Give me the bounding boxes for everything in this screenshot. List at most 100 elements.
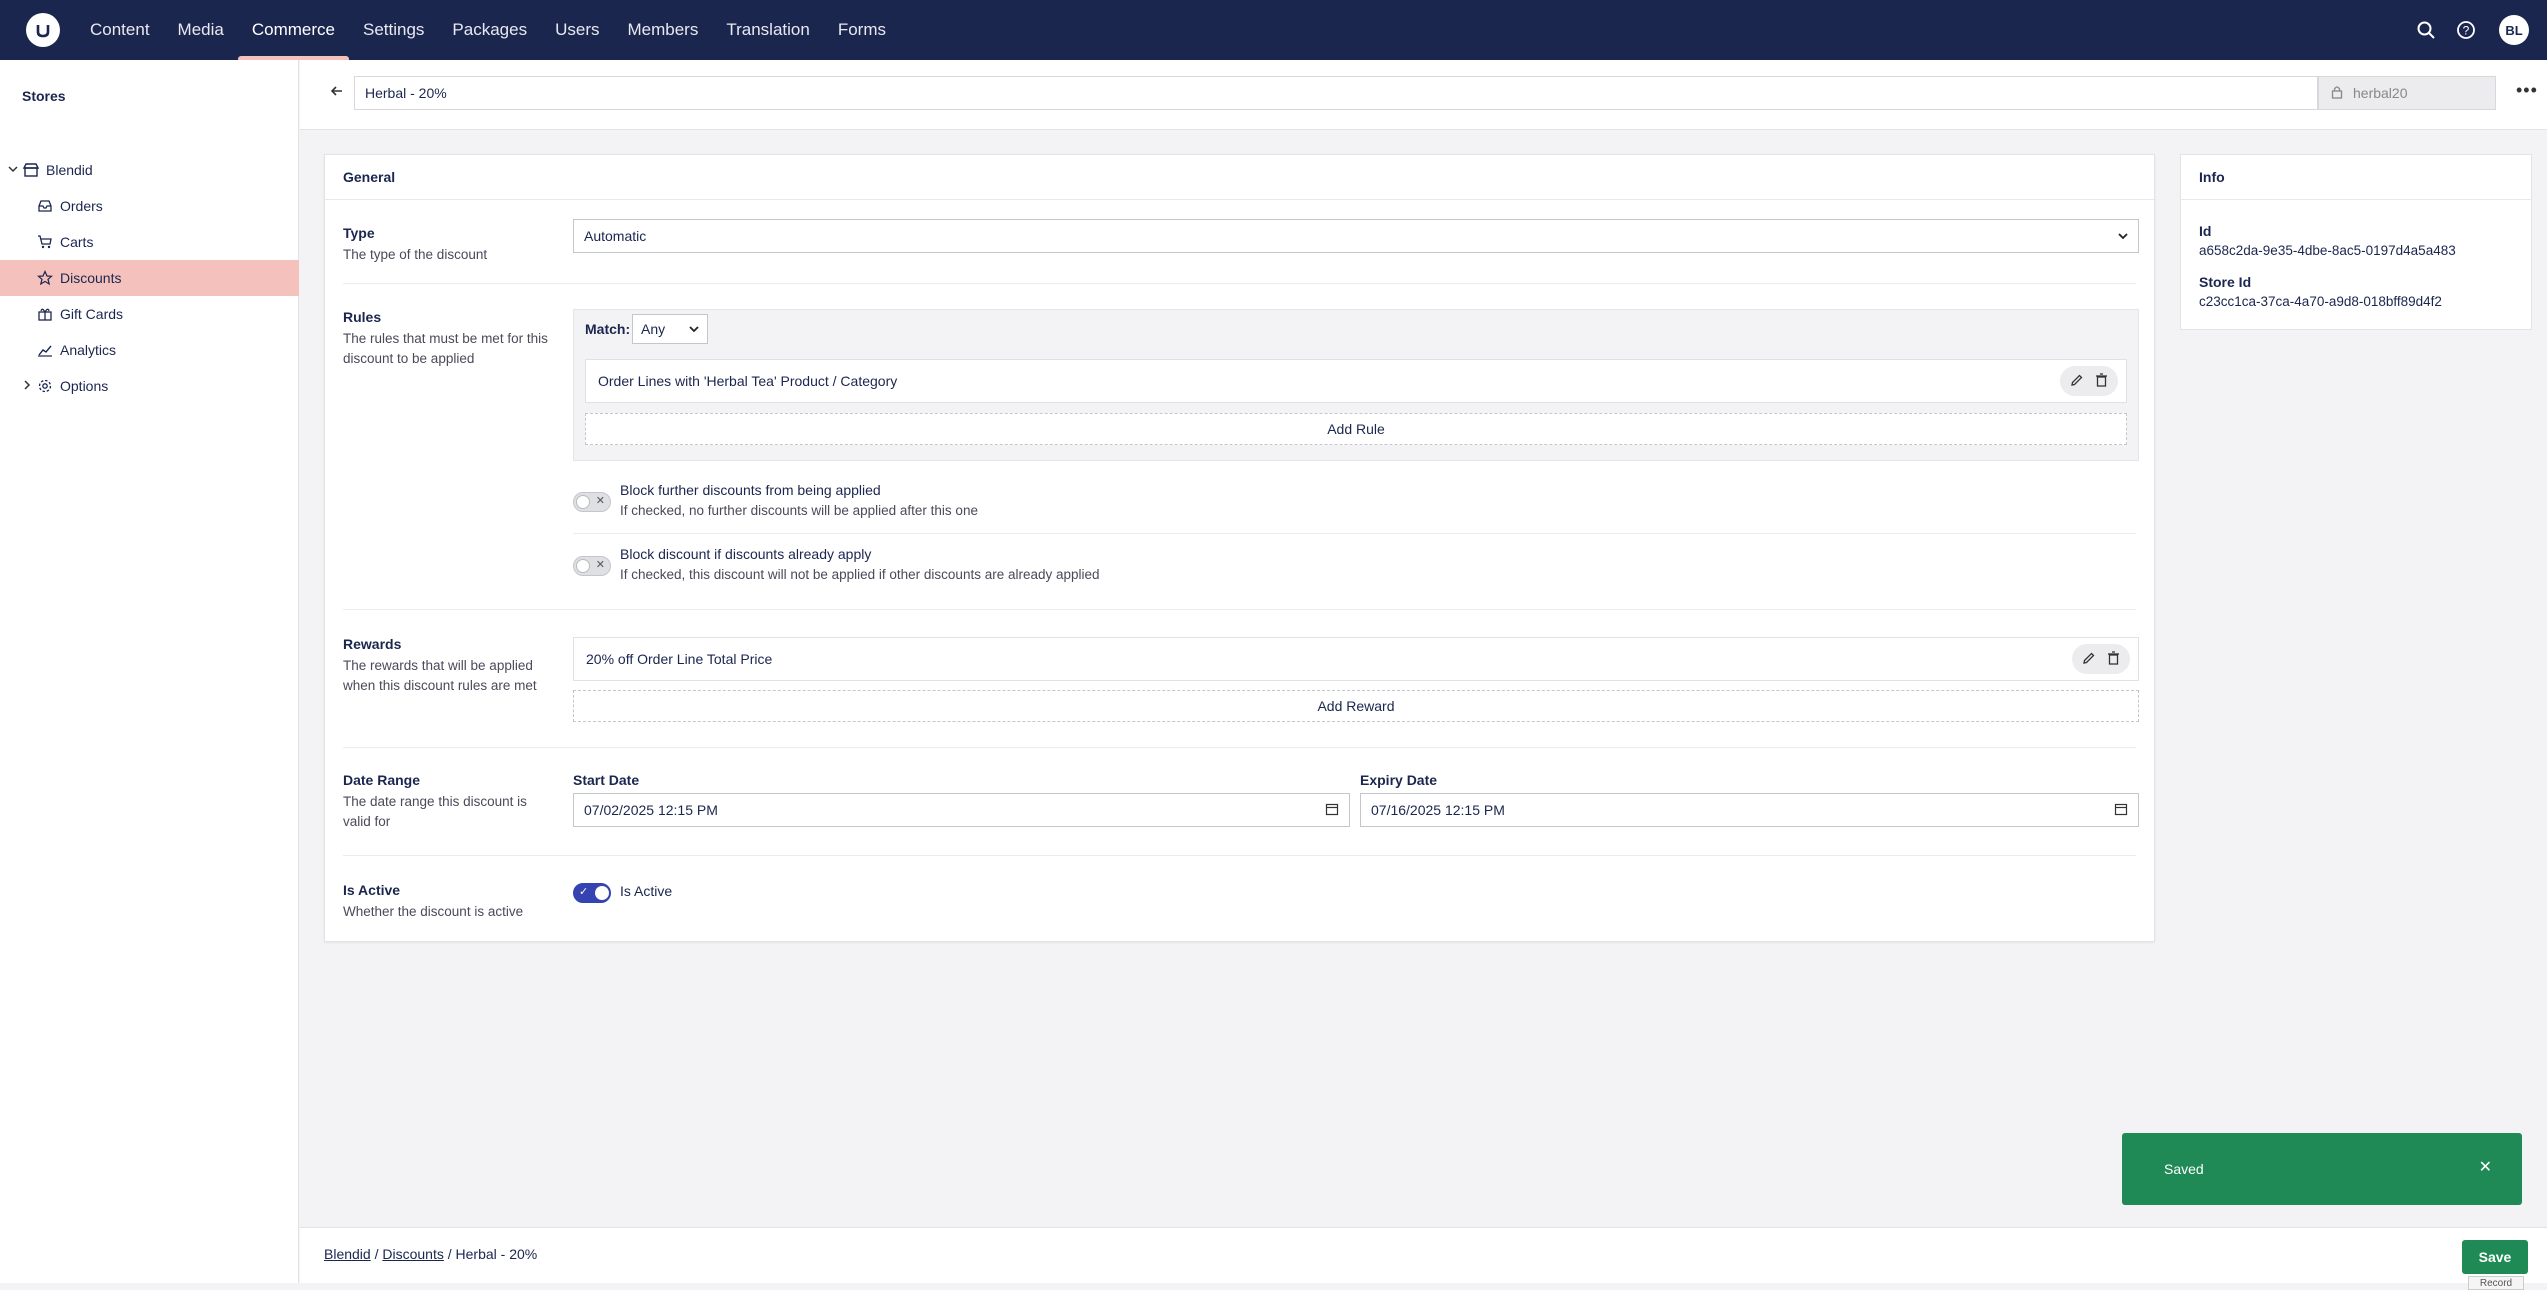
close-icon[interactable]: ✕ [2479,1157,2492,1177]
lock-icon[interactable] [2331,85,2343,102]
sidebar-item-label: Gift Cards [60,306,124,322]
gift-icon [36,305,54,323]
rule-item[interactable]: Order Lines with 'Herbal Tea' Product / … [585,359,2127,403]
add-rule-button[interactable]: Add Rule [585,413,2127,445]
is-active-label-group: Is Active Whether the discount is active [343,882,553,922]
user-avatar[interactable]: BL [2499,15,2529,45]
sidebar-item-label: Discounts [60,270,122,286]
nav-members[interactable]: Members [614,0,713,60]
close-icon: ✕ [595,495,605,507]
divider [343,855,2136,856]
toast-message: Saved [2164,1161,2204,1177]
sidebar-item-label: Orders [60,198,103,214]
rewards-description: The rewards that will be applied when th… [343,658,537,693]
back-arrow-icon[interactable] [330,84,344,103]
id-value: a658c2da-9e35-4dbe-8ac5-0197d4a5a483 [2199,243,2456,258]
nav-forms[interactable]: Forms [824,0,900,60]
rule-actions [2060,366,2118,396]
search-icon[interactable] [2413,17,2439,43]
check-icon: ✓ [579,886,589,898]
edit-icon[interactable] [2082,651,2096,668]
rewards-label: Rewards [343,636,402,652]
date-range-label: Date Range [343,772,421,788]
start-date-label: Start Date [573,772,640,788]
nav-commerce[interactable]: Commerce [237,0,350,60]
type-select[interactable]: Automatic [573,219,2139,253]
chevron-down-icon [2118,228,2128,244]
info-title: Info [2181,155,2531,200]
sidebar-item-carts[interactable]: Carts [0,224,299,260]
info-panel: Info Id a658c2da-9e35-4dbe-8ac5-0197d4a5… [2180,154,2532,330]
saved-toast: Saved ✕ [2122,1133,2522,1205]
chevron-right-icon[interactable] [22,379,36,393]
svg-text:?: ? [2463,24,2470,38]
trash-icon[interactable] [2095,372,2108,390]
tree-item-store[interactable]: Blendid [0,152,299,188]
discount-name-input[interactable]: Herbal - 20% [354,76,2318,110]
reward-item[interactable]: 20% off Order Line Total Price [573,637,2139,681]
calendar-icon[interactable] [1325,802,1339,819]
block-if-toggle[interactable]: ✕ [573,556,611,576]
sidebar-item-orders[interactable]: Orders [0,188,299,224]
add-reward-button[interactable]: Add Reward [573,690,2139,722]
close-icon: ✕ [595,559,605,571]
rule-item-label: Order Lines with 'Herbal Tea' Product / … [598,373,898,389]
section-tabs: Content Media Commerce Settings Packages… [76,0,900,60]
store-id-value: c23cc1ca-37ca-4a70-a9d8-018bff89d4f2 [2199,294,2442,309]
toggle-knob [595,886,609,900]
tree-item-label: Blendid [46,162,93,178]
start-date-input[interactable]: 07/02/2025 12:15 PM [573,793,1350,827]
nav-users[interactable]: Users [541,0,613,60]
divider [573,533,2136,534]
breadcrumb-store-link[interactable]: Blendid [324,1246,371,1262]
date-range-description: The date range this discount is valid fo… [343,794,527,829]
is-active-toggle[interactable]: ✓ [573,883,611,903]
divider [343,747,2136,748]
type-label-group: Type The type of the discount [343,225,553,265]
star-icon [36,269,54,287]
umbraco-logo-icon[interactable] [26,13,60,47]
reward-item-label: 20% off Order Line Total Price [586,651,773,667]
breadcrumb-discounts-link[interactable]: Discounts [382,1246,443,1262]
store-tree: Blendid Orders Carts Discounts Gift Card… [0,140,299,404]
block-if-title: Block discount if discounts already appl… [620,546,872,562]
store-icon [22,161,40,179]
toggle-knob [576,495,590,509]
sidebar-item-label: Analytics [60,342,117,358]
panel-title: General [325,155,2154,200]
block-further-toggle[interactable]: ✕ [573,492,611,512]
date-range-label-group: Date Range The date range this discount … [343,772,553,832]
more-actions-icon[interactable]: ••• [2516,80,2538,101]
help-icon[interactable]: ? [2453,17,2479,43]
tree-item-options[interactable]: Options [0,368,299,404]
nav-translation[interactable]: Translation [712,0,823,60]
sidebar-item-analytics[interactable]: Analytics [0,332,299,368]
trash-icon[interactable] [2107,650,2120,668]
breadcrumb-current: Herbal - 20% [455,1246,538,1262]
edit-icon[interactable] [2070,373,2084,390]
store-id-label: Store Id [2199,274,2252,290]
rules-builder: Match: Any Order Lines with 'Herbal Tea'… [573,309,2139,461]
divider [343,609,2136,610]
nav-settings[interactable]: Settings [349,0,438,60]
is-active-label: Is Active [343,882,401,898]
chevron-down-icon[interactable] [8,163,22,177]
divider [343,283,2136,284]
calendar-icon[interactable] [2114,802,2128,819]
rules-label: Rules [343,309,382,325]
match-label: Match: [585,321,631,337]
sidebar-item-gift-cards[interactable]: Gift Cards [0,296,299,332]
match-select[interactable]: Any [632,314,708,344]
sidebar-item-discounts[interactable]: Discounts [0,260,299,296]
alias-field[interactable]: herbal20 [2318,76,2496,110]
expiry-date-value: 07/16/2025 12:15 PM [1371,802,1505,818]
nav-packages[interactable]: Packages [438,0,541,60]
type-select-value: Automatic [584,228,647,244]
reward-actions [2072,644,2130,674]
save-button[interactable]: Save [2462,1240,2528,1274]
nav-content[interactable]: Content [76,0,164,60]
expiry-date-input[interactable]: 07/16/2025 12:15 PM [1360,793,2139,827]
rules-label-group: Rules The rules that must be met for thi… [343,309,553,369]
nav-media[interactable]: Media [164,0,238,60]
breadcrumb: Blendid / Discounts / Herbal - 20% [324,1246,537,1262]
